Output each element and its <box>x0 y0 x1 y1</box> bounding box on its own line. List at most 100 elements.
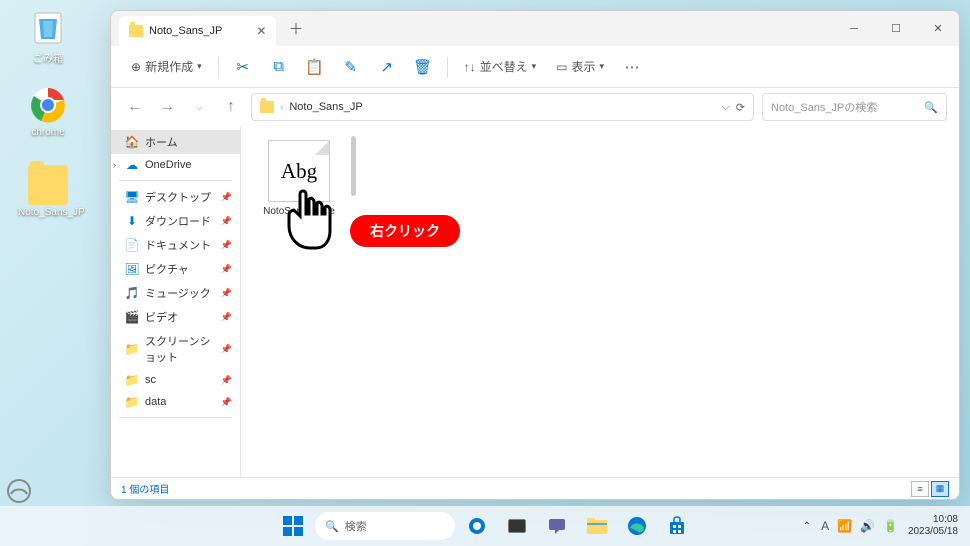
sidebar-label: sc <box>145 374 156 386</box>
back-button[interactable]: ← <box>123 95 147 119</box>
chevron-right-icon[interactable]: › <box>113 160 116 170</box>
search-input[interactable]: Noto_Sans_JPの検索 🔍 <box>762 93 947 121</box>
sidebar-onedrive[interactable]: › ☁ OneDrive <box>111 154 240 176</box>
recent-button[interactable]: ⌵ <box>187 95 211 119</box>
close-icon[interactable]: ✕ <box>256 24 266 38</box>
view-button[interactable]: ▭ 表示 ▾ <box>548 54 612 79</box>
ime-icon[interactable]: A <box>821 519 829 533</box>
delete-button[interactable]: 🗑 <box>407 51 439 83</box>
desktop-chrome[interactable]: chrome <box>18 85 78 138</box>
rename-icon: ✎ <box>344 58 357 76</box>
forward-button[interactable]: → <box>155 95 179 119</box>
battery-icon[interactable]: 🔋 <box>883 519 898 533</box>
scissors-icon: ✂ <box>236 58 249 76</box>
view-mode-icons: ≡ ▦ <box>911 481 949 497</box>
window-controls: ─ ☐ ✕ <box>833 11 959 46</box>
taskbar-center: 🔍 検索 <box>275 508 695 544</box>
trash-icon: 🗑 <box>413 58 432 76</box>
view-icon: ▭ <box>556 60 567 74</box>
maximize-button[interactable]: ☐ <box>875 11 917 46</box>
pin-icon: 📌 <box>221 397 232 408</box>
new-label: 新規作成 <box>145 58 193 75</box>
new-button[interactable]: ⊕ 新規作成 ▾ <box>123 54 210 79</box>
tray-chevron-up-icon[interactable]: ⌃ <box>803 521 811 532</box>
item-count: 1 個の項目 <box>121 481 169 496</box>
desktop-icon: 🖥 <box>125 190 139 204</box>
home-icon: 🏠 <box>125 135 139 149</box>
file-noto-sans-regular[interactable]: Abg NotoSansJP-Reg... <box>259 140 339 228</box>
sidebar-downloads[interactable]: ⬇ ダウンロード 📌 <box>111 209 240 233</box>
sidebar-videos[interactable]: 🎬 ビデオ 📌 <box>111 305 240 329</box>
recycle-bin-icon <box>28 8 68 48</box>
tab-title: Noto_Sans_JP <box>149 25 222 37</box>
content-area[interactable]: Abg NotoSansJP-Reg... <box>241 126 959 477</box>
tab-noto[interactable]: Noto_Sans_JP ✕ <box>119 16 276 46</box>
refresh-button[interactable]: ⟳ <box>736 101 745 114</box>
up-button[interactable]: ↑ <box>219 95 243 119</box>
address-bar[interactable]: › Noto_Sans_JP ⌵ ⟳ <box>251 93 754 121</box>
sidebar: 🏠 ホーム › ☁ OneDrive 🖥 デスクトップ 📌 ⬇ ダウンロード 📌… <box>111 126 241 477</box>
task-explorer[interactable] <box>579 508 615 544</box>
separator <box>119 180 232 181</box>
icons-view-button[interactable]: ▦ <box>931 481 949 497</box>
search-icon: 🔍 <box>325 520 339 533</box>
task-chat[interactable] <box>539 508 575 544</box>
details-view-button[interactable]: ≡ <box>911 481 929 497</box>
new-tab-button[interactable]: ＋ <box>288 18 303 39</box>
clock[interactable]: 10:08 2023/05/18 <box>908 514 958 538</box>
task-taskview[interactable] <box>499 508 535 544</box>
address-row: ← → ⌵ ↑ › Noto_Sans_JP ⌵ ⟳ Noto_Sans_JPの… <box>111 88 959 126</box>
taskbar: 🔍 検索 ⌃ A 📶 🔊 🔋 10:08 2023/05/18 <box>0 506 970 546</box>
rename-button[interactable]: ✎ <box>335 51 367 83</box>
pin-icon: 📌 <box>221 312 232 323</box>
sidebar-pictures[interactable]: 🖼 ピクチャ 📌 <box>111 257 240 281</box>
wifi-icon[interactable]: 📶 <box>837 519 852 533</box>
chrome-label: chrome <box>18 127 78 138</box>
sidebar-documents[interactable]: 📄 ドキュメント 📌 <box>111 233 240 257</box>
sort-button[interactable]: ↑↓ 並べ替え ▾ <box>456 54 545 79</box>
file-name: NotoSansJP-Reg... <box>259 206 339 228</box>
folder-icon: 📁 <box>125 342 139 356</box>
desktop-folder-label: Noto_Sans_JP <box>18 207 78 218</box>
taskbar-search[interactable]: 🔍 検索 <box>315 512 455 540</box>
scrollbar[interactable] <box>351 136 356 196</box>
cut-button[interactable]: ✂ <box>227 51 259 83</box>
share-button[interactable]: ↗ <box>371 51 403 83</box>
task-store[interactable] <box>659 508 695 544</box>
chevron-down-icon[interactable]: ⌵ <box>721 101 729 114</box>
status-bar: 1 個の項目 ≡ ▦ <box>111 477 959 499</box>
sidebar-music[interactable]: 🎵 ミュージック 📌 <box>111 281 240 305</box>
minimize-button[interactable]: ─ <box>833 11 875 46</box>
task-edge[interactable] <box>619 508 655 544</box>
plus-circle-icon: ⊕ <box>131 60 141 74</box>
desktop-recycle-bin[interactable]: ごみ箱 <box>18 8 78 65</box>
task-copilot[interactable] <box>459 508 495 544</box>
folder-icon <box>260 101 274 113</box>
desktop-folder-noto[interactable]: Noto_Sans_JP <box>18 165 78 218</box>
download-icon: ⬇ <box>125 214 139 228</box>
sidebar-screenshots[interactable]: 📁 スクリーンショット 📌 <box>111 329 240 369</box>
volume-icon[interactable]: 🔊 <box>860 519 875 533</box>
pin-icon: 📌 <box>221 264 232 275</box>
sidebar-sc[interactable]: 📁 sc 📌 <box>111 369 240 391</box>
music-icon: 🎵 <box>125 286 139 300</box>
sidebar-label: ホーム <box>145 134 178 150</box>
start-button[interactable] <box>275 508 311 544</box>
chevron-right-icon: › <box>280 102 283 113</box>
pin-icon: 📌 <box>221 240 232 251</box>
close-button[interactable]: ✕ <box>917 11 959 46</box>
paste-button[interactable]: 📋 <box>299 51 331 83</box>
folder-icon: 📁 <box>125 373 139 387</box>
search-placeholder: Noto_Sans_JPの検索 <box>771 99 877 115</box>
sidebar-desktop[interactable]: 🖥 デスクトップ 📌 <box>111 185 240 209</box>
copy-icon: ⧉ <box>273 58 284 75</box>
widgets-icon[interactable] <box>6 478 32 504</box>
breadcrumb[interactable]: Noto_Sans_JP <box>289 101 362 113</box>
copy-button[interactable]: ⧉ <box>263 51 295 83</box>
explorer-window: Noto_Sans_JP ✕ ＋ ─ ☐ ✕ ⊕ 新規作成 ▾ ✂ ⧉ 📋 ✎ … <box>110 10 960 500</box>
sidebar-home[interactable]: 🏠 ホーム <box>111 130 240 154</box>
share-icon: ↗ <box>380 58 393 76</box>
chevron-down-icon: ▾ <box>532 61 537 72</box>
more-button[interactable]: ⋯ <box>616 51 648 83</box>
sidebar-data[interactable]: 📁 data 📌 <box>111 391 240 413</box>
